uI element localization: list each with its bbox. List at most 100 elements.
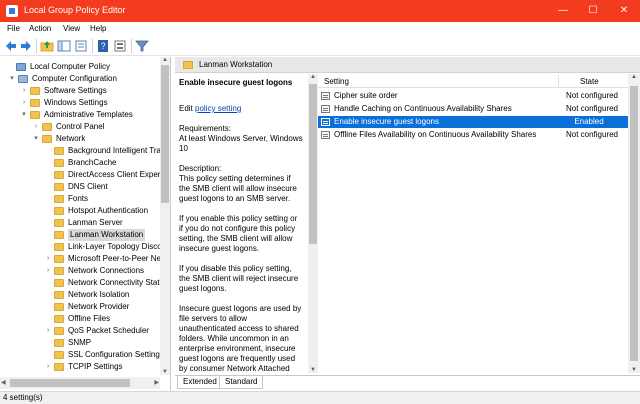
tab-standard[interactable]: Standard xyxy=(219,376,264,389)
tree-item[interactable]: Local Computer Policy xyxy=(0,61,160,73)
status-bar: 4 setting(s) xyxy=(0,391,640,404)
scroll-right-arrow-icon[interactable]: ▶ xyxy=(154,379,159,386)
column-header-setting[interactable]: Setting xyxy=(324,77,349,86)
tree-item[interactable]: Network Connectivity Stat xyxy=(0,277,160,289)
description-scroll-thumb[interactable] xyxy=(309,84,317,244)
menu-help[interactable]: Help xyxy=(90,24,106,33)
pane-header-title: Lanman Workstation xyxy=(199,60,273,69)
extended-description: Enable insecure guest logons Edit policy… xyxy=(175,74,307,373)
folder-icon xyxy=(183,61,193,69)
help-icon[interactable]: ? xyxy=(96,39,110,53)
toolbar-separator xyxy=(92,39,93,53)
tree-item[interactable]: › Microsoft Peer-to-Peer Ne xyxy=(0,253,160,265)
close-button[interactable]: ✕ xyxy=(609,0,639,22)
setting-state: Enabled xyxy=(574,117,604,126)
tree-expander-icon[interactable]: › xyxy=(20,97,28,109)
menu-file[interactable]: File xyxy=(7,24,20,33)
setting-name: Enable insecure guest logons xyxy=(334,117,439,126)
tab-extended[interactable]: Extended xyxy=(177,376,223,389)
tree-item-label: Local Computer Policy xyxy=(30,62,111,71)
tree-item[interactable]: Hotspot Authentication xyxy=(0,205,160,217)
tree-item[interactable]: SNMP xyxy=(0,337,160,349)
tree-item[interactable]: SSL Configuration Settings xyxy=(0,349,160,361)
forward-icon[interactable] xyxy=(19,39,33,53)
policy-setting-icon xyxy=(321,118,330,126)
tree-item[interactable]: Lanman Server xyxy=(0,217,160,229)
tree-item[interactable]: › Windows Settings xyxy=(0,97,160,109)
tree-item[interactable]: ▾ Administrative Templates xyxy=(0,109,160,121)
list-scroll-thumb[interactable] xyxy=(630,86,638,361)
title-bar: Local Group Policy Editor — ☐ ✕ xyxy=(0,0,640,22)
scroll-down-arrow-icon[interactable]: ▼ xyxy=(631,367,637,373)
tree-expander-icon[interactable]: › xyxy=(32,121,40,133)
description-scrollbar[interactable]: ▲ ▼ xyxy=(308,74,318,373)
tree-item[interactable]: DirectAccess Client Experie xyxy=(0,169,160,181)
scroll-down-arrow-icon[interactable]: ▼ xyxy=(310,367,316,373)
tree-item[interactable]: Network Provider xyxy=(0,301,160,313)
tree-item[interactable]: › QoS Packet Scheduler xyxy=(0,325,160,337)
policy-setting-icon xyxy=(321,105,330,113)
tree-expander-icon[interactable]: › xyxy=(20,85,28,97)
tree-vertical-scrollbar[interactable]: ▲ ▼ xyxy=(160,57,170,375)
setting-row[interactable]: Offline Files Availability on Continuous… xyxy=(318,129,628,141)
scroll-down-arrow-icon[interactable]: ▼ xyxy=(162,369,168,375)
setting-row[interactable]: Cipher suite order Not configured xyxy=(318,90,628,102)
tree-item[interactable]: › Software Settings xyxy=(0,85,160,97)
scroll-up-arrow-icon[interactable]: ▲ xyxy=(310,74,316,80)
tree-expander-icon[interactable]: ▾ xyxy=(32,133,40,145)
menu-view[interactable]: View xyxy=(63,24,80,33)
scroll-left-arrow-icon[interactable]: ◀ xyxy=(1,379,6,386)
tree-item[interactable]: BranchCache xyxy=(0,157,160,169)
tree-expander-icon[interactable]: › xyxy=(44,253,52,265)
properties-icon[interactable] xyxy=(113,39,127,53)
scroll-up-arrow-icon[interactable]: ▲ xyxy=(162,57,168,63)
menu-action[interactable]: Action xyxy=(29,24,51,33)
tree-item-label: BranchCache xyxy=(68,158,117,167)
tree-item[interactable]: › TCPIP Settings xyxy=(0,361,160,373)
column-divider[interactable] xyxy=(558,75,559,87)
tree-item[interactable]: Link-Layer Topology Disco xyxy=(0,241,160,253)
folder-icon xyxy=(54,267,64,275)
tree-item-label: Network Provider xyxy=(68,302,130,311)
tree-scroll-thumb[interactable] xyxy=(161,65,169,203)
setting-state: Not configured xyxy=(565,130,618,139)
tree-item[interactable]: ▾ Network xyxy=(0,133,160,145)
show-hide-tree-icon[interactable] xyxy=(57,39,71,53)
policy-tree: Local Computer Policy ▾ Computer Configura… xyxy=(0,57,171,391)
edit-policy-link[interactable]: policy setting xyxy=(195,104,241,113)
tree-item[interactable]: Offline Files xyxy=(0,313,160,325)
column-header-state[interactable]: State xyxy=(580,77,599,86)
tree-horizontal-scrollbar[interactable]: ◀ ▶ xyxy=(0,377,160,389)
edit-prefix: Edit xyxy=(179,104,193,113)
maximize-button[interactable]: ☐ xyxy=(578,0,608,22)
tree-item[interactable]: Fonts xyxy=(0,193,160,205)
list-scrollbar[interactable]: ▲ ▼ xyxy=(628,74,640,373)
tree-expander-icon[interactable]: › xyxy=(44,325,52,337)
scroll-up-arrow-icon[interactable]: ▲ xyxy=(631,74,637,80)
tree-expander-icon[interactable]: › xyxy=(44,265,52,277)
computer-icon xyxy=(16,63,26,71)
setting-row-selected[interactable]: Enable insecure guest logons Enabled xyxy=(318,116,628,128)
filter-icon[interactable] xyxy=(135,39,149,53)
tree-expander-icon[interactable]: ▾ xyxy=(20,109,28,121)
tree-item[interactable]: Background Intelligent Tra xyxy=(0,145,160,157)
tree-item-label: Background Intelligent Tra xyxy=(68,146,160,155)
tree-item[interactable]: DNS Client xyxy=(0,181,160,193)
tree-expander-icon[interactable]: › xyxy=(44,361,52,373)
tree-item[interactable]: › Network Connections xyxy=(0,265,160,277)
tree-item-selected[interactable]: Lanman Workstation xyxy=(0,229,160,241)
description-title: Description: xyxy=(179,164,222,173)
description-paragraph: If you disable this policy setting, the … xyxy=(179,264,299,293)
export-list-icon[interactable] xyxy=(74,39,88,53)
tree-hscroll-thumb[interactable] xyxy=(10,379,130,387)
back-icon[interactable] xyxy=(4,39,18,53)
folder-icon xyxy=(54,219,64,227)
tree-item[interactable]: › Control Panel xyxy=(0,121,160,133)
minimize-button[interactable]: — xyxy=(548,0,578,22)
tree-item[interactable]: Network Isolation xyxy=(0,289,160,301)
tree-item[interactable]: ▾ Computer Configuration xyxy=(0,73,160,85)
folder-icon xyxy=(54,279,64,287)
tree-expander-icon[interactable]: ▾ xyxy=(8,73,16,85)
setting-row[interactable]: Handle Caching on Continuous Availabilit… xyxy=(318,103,628,115)
folder-up-icon[interactable] xyxy=(40,39,54,53)
